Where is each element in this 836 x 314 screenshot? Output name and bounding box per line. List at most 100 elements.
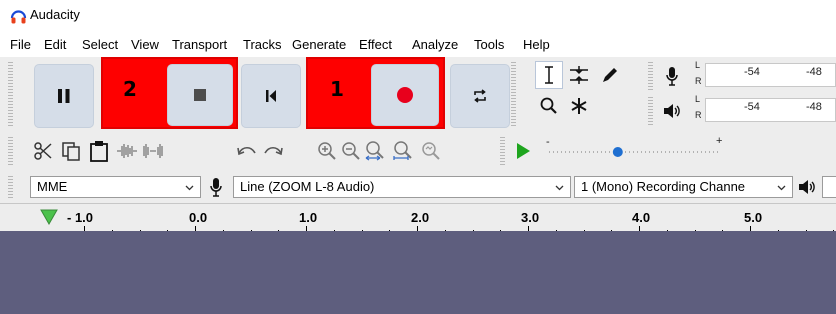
transport-toolbar-grip[interactable] — [8, 62, 13, 128]
menu-select[interactable]: Select — [82, 37, 118, 52]
timeline-ruler[interactable]: - 1.0 0.0 1.0 2.0 3.0 4.0 5.0 — [0, 203, 836, 234]
cut-button[interactable] — [30, 138, 56, 164]
fit-project-button[interactable] — [390, 138, 416, 164]
playback-device-speaker — [796, 176, 818, 198]
loop-button[interactable] — [450, 64, 510, 128]
multi-tool-button[interactable] — [565, 92, 593, 120]
pencil-icon — [603, 68, 617, 82]
menu-edit[interactable]: Edit — [44, 37, 66, 52]
playback-meter-left-label: L — [695, 94, 701, 104]
playback-meter-right-label: R — [695, 110, 702, 120]
paste-button[interactable] — [86, 138, 112, 164]
menu-tracks[interactable]: Tracks — [243, 37, 282, 52]
record-meter-tick: -54 — [744, 66, 760, 78]
playback-meter-tick: -54 — [744, 101, 760, 113]
envelope-icon — [570, 66, 588, 84]
microphone-icon — [666, 67, 678, 86]
selection-tool-button[interactable] — [535, 61, 563, 89]
menu-file[interactable]: File — [10, 37, 31, 52]
draw-tool-button[interactable] — [595, 61, 623, 89]
silence-audio-button[interactable] — [140, 138, 166, 164]
redo-icon — [264, 146, 283, 156]
envelope-tool-button[interactable] — [565, 61, 593, 89]
menu-view[interactable]: View — [131, 37, 159, 52]
annotation-label-2: 2 — [123, 77, 137, 101]
play-at-speed-button[interactable] — [510, 138, 536, 164]
playback-meter-tick: -48 — [806, 101, 822, 113]
annotation-label-1: 1 — [330, 77, 344, 101]
trim-icon — [117, 144, 137, 158]
playback-device-select[interactable] — [822, 176, 836, 198]
menu-transport[interactable]: Transport — [172, 37, 227, 52]
timeline-label: 5.0 — [744, 210, 763, 225]
undo-icon — [237, 146, 256, 156]
undo-button[interactable] — [234, 138, 260, 164]
timeline-label: 1.0 — [299, 210, 318, 225]
timeline-label: 4.0 — [632, 210, 651, 225]
title-bar: Audacity — [0, 0, 836, 30]
playback-meter[interactable]: -54 -48 — [705, 98, 836, 122]
menu-effect[interactable]: Effect — [359, 37, 392, 52]
zoom-toggle-button[interactable] — [418, 138, 444, 164]
recording-device-select[interactable]: Line (ZOOM L-8 Audio) — [233, 176, 571, 198]
zoom-toggle-icon — [422, 142, 440, 160]
fit-selection-icon — [365, 141, 384, 161]
menu-generate[interactable]: Generate — [292, 37, 346, 52]
audio-host-value: MME — [37, 179, 68, 194]
menu-help[interactable]: Help — [523, 37, 550, 52]
zoom-out-button[interactable] — [338, 138, 364, 164]
asterisk-icon — [571, 98, 587, 114]
stop-icon — [194, 89, 206, 101]
skip-to-start-icon — [266, 90, 276, 102]
loop-icon — [474, 89, 486, 103]
record-meter-button[interactable] — [659, 62, 685, 90]
recording-channels-value: 1 (Mono) Recording Channe — [581, 179, 746, 194]
pin-play-head-icon[interactable] — [40, 209, 58, 225]
menu-analyze[interactable]: Analyze — [412, 37, 458, 52]
fit-selection-button[interactable] — [362, 138, 388, 164]
copy-icon — [62, 142, 80, 161]
redo-button[interactable] — [260, 138, 286, 164]
chevron-down-icon — [555, 185, 564, 191]
record-meter-grip[interactable] — [648, 62, 653, 92]
timeline-label: - 1.0 — [67, 210, 94, 225]
speaker-icon — [664, 104, 680, 118]
stop-button[interactable] — [167, 64, 233, 126]
skip-to-start-button[interactable] — [241, 64, 301, 128]
chevron-down-icon — [777, 185, 786, 191]
scissors-icon — [34, 142, 52, 160]
trim-audio-button[interactable] — [114, 138, 140, 164]
edit-toolbar-grip[interactable] — [8, 137, 13, 167]
record-meter[interactable]: -54 -48 — [705, 63, 836, 87]
audacity-logo-icon — [10, 8, 27, 25]
playback-meter-button[interactable] — [659, 97, 685, 125]
play-speed-thumb[interactable] — [612, 147, 623, 157]
ibeam-icon — [545, 66, 553, 84]
playback-meter-grip[interactable] — [648, 97, 653, 127]
play-speed-slider[interactable] — [545, 140, 725, 162]
record-button[interactable] — [371, 64, 439, 126]
timeline-label: 3.0 — [521, 210, 540, 225]
zoom-in-button[interactable] — [314, 138, 340, 164]
fit-project-icon — [393, 141, 412, 160]
recording-channels-select[interactable]: 1 (Mono) Recording Channe — [574, 176, 793, 198]
play-at-speed-grip[interactable] — [500, 137, 505, 167]
recording-device-value: Line (ZOOM L-8 Audio) — [240, 179, 375, 194]
pause-icon — [58, 89, 70, 103]
pause-button[interactable] — [34, 64, 94, 128]
device-toolbar-grip[interactable] — [8, 176, 13, 198]
recording-device-mic — [205, 176, 227, 198]
track-area[interactable] — [0, 231, 836, 314]
record-icon — [397, 87, 413, 103]
zoom-tool-button[interactable] — [535, 92, 563, 120]
timeline-label: 0.0 — [189, 210, 208, 225]
app-title: Audacity — [30, 7, 80, 22]
copy-button[interactable] — [58, 138, 84, 164]
tools-toolbar-grip[interactable] — [511, 62, 516, 128]
speaker-icon — [799, 180, 815, 194]
menu-tools[interactable]: Tools — [474, 37, 504, 52]
zoom-out-icon — [342, 142, 360, 160]
audio-host-select[interactable]: MME — [30, 176, 201, 198]
chevron-down-icon — [185, 185, 194, 191]
record-meter-right-label: R — [695, 76, 702, 86]
